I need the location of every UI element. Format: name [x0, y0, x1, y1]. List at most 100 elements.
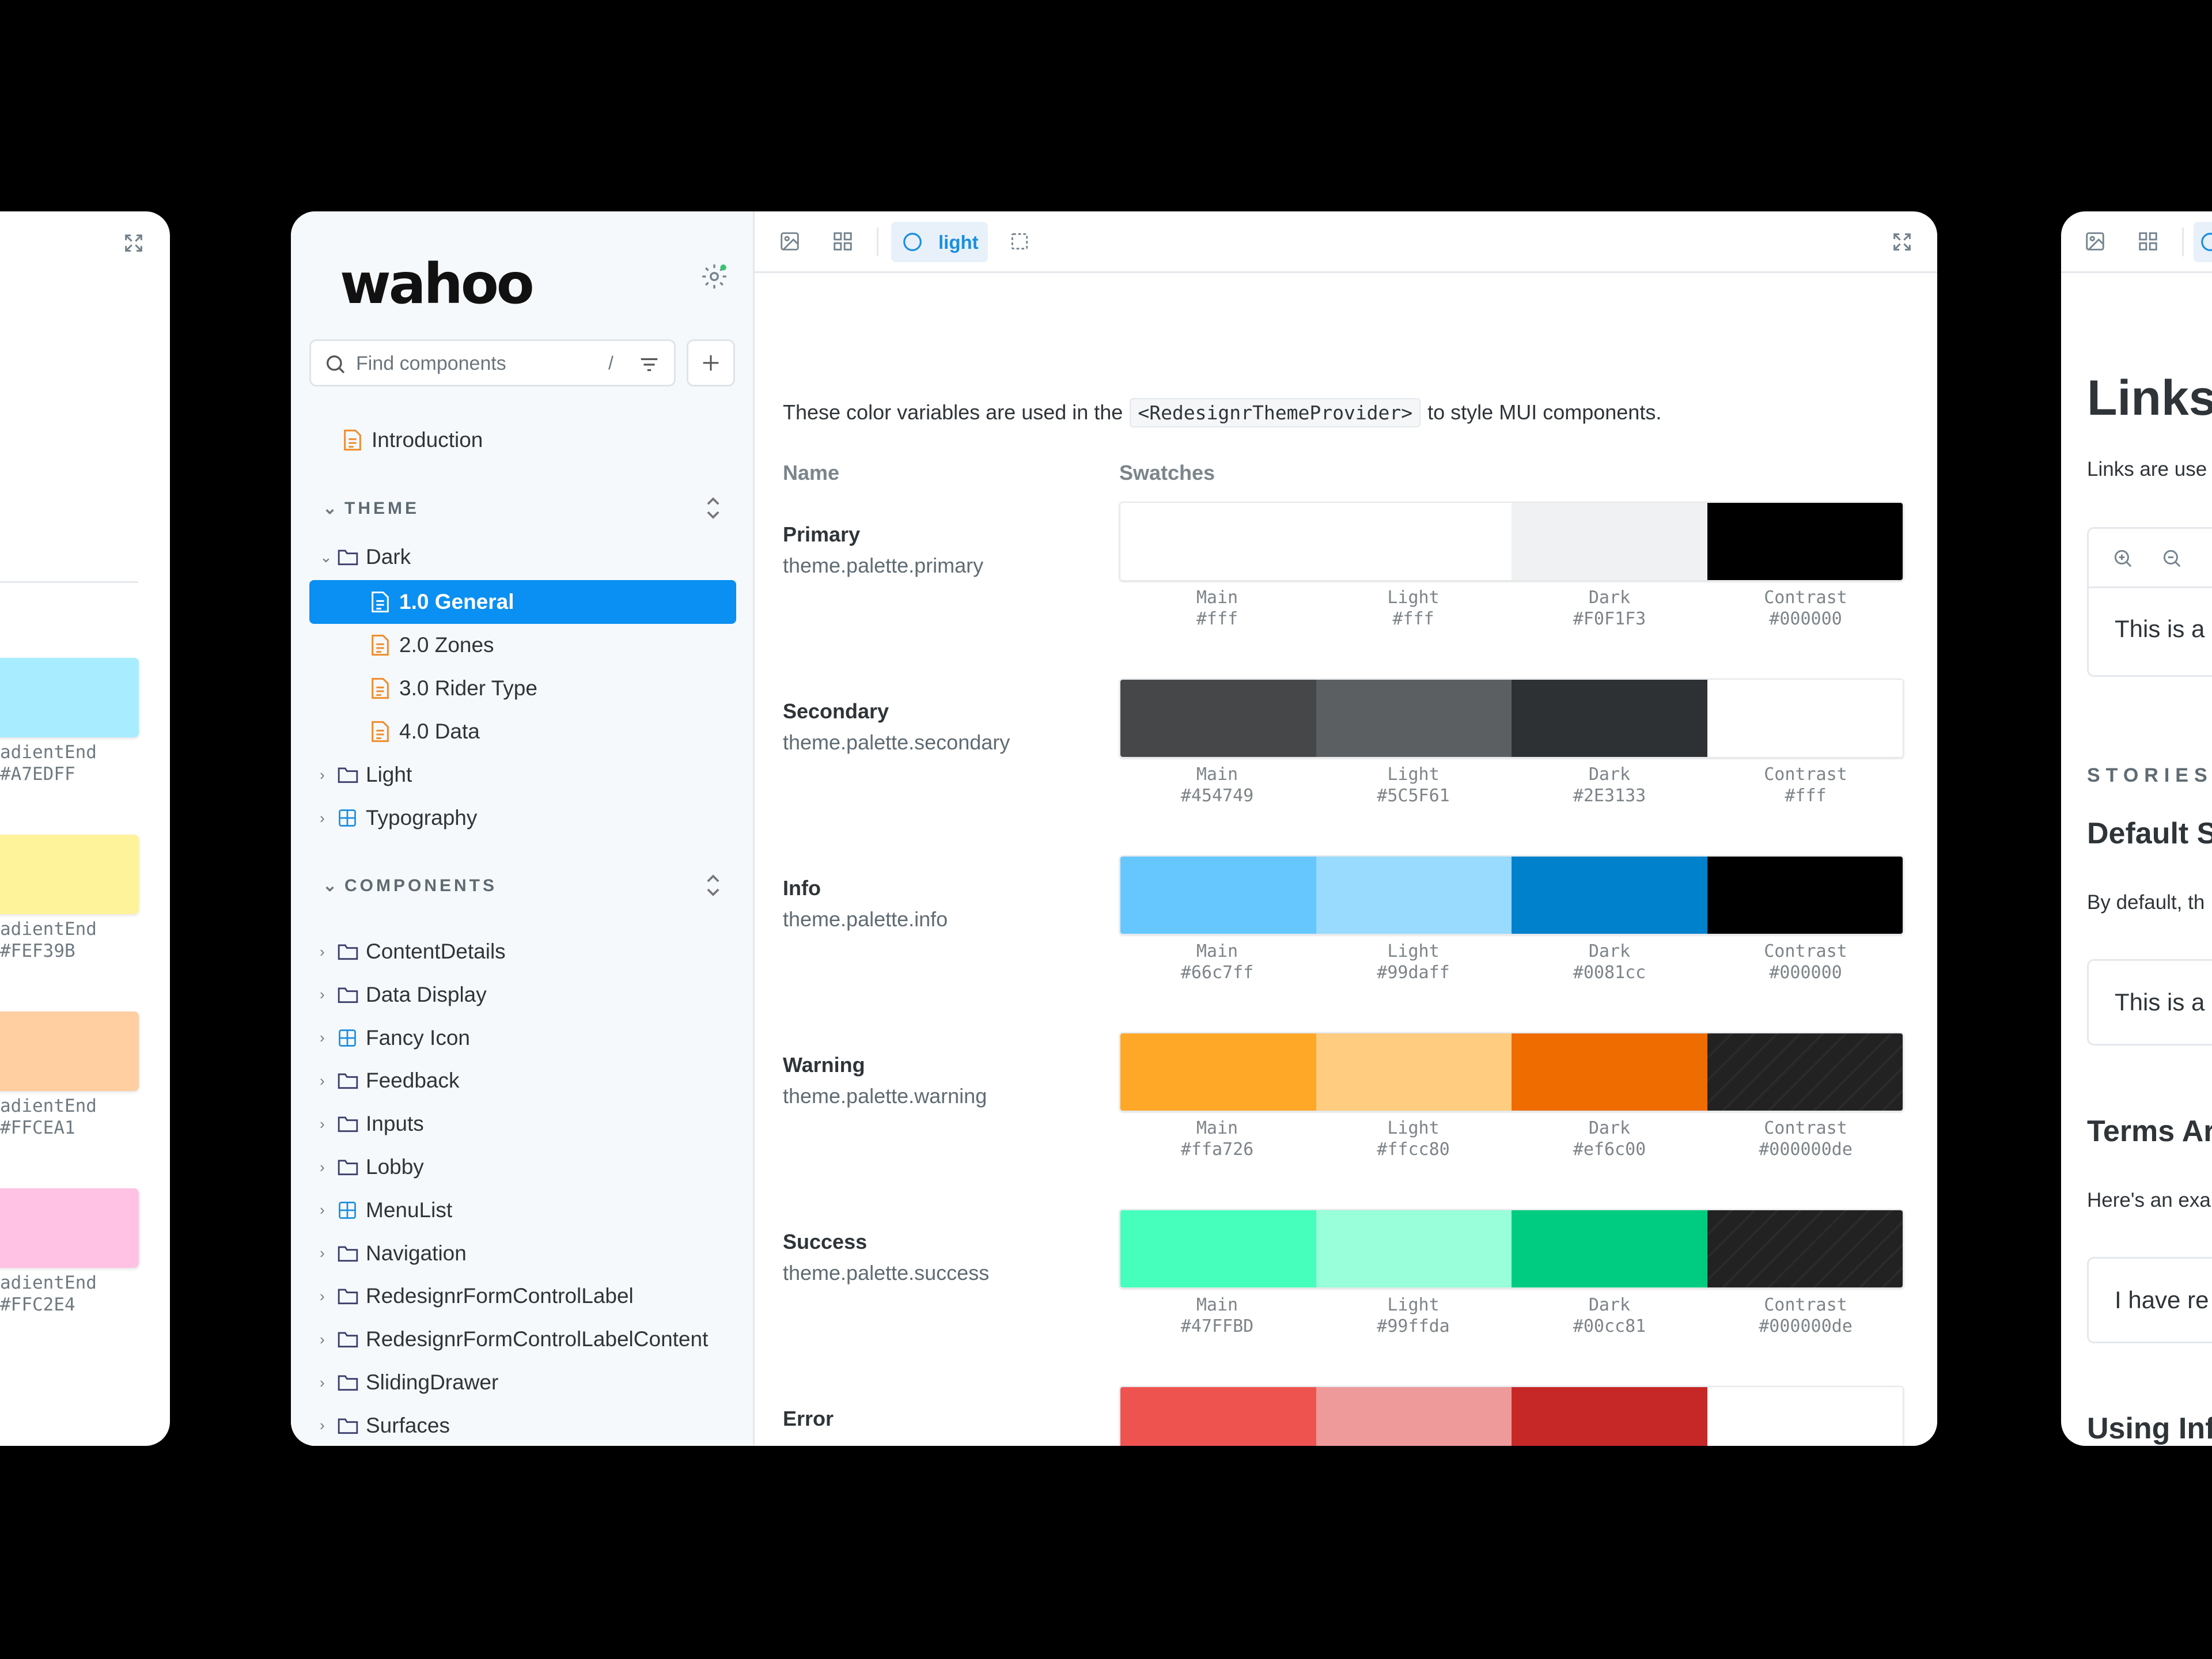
swatch-bar — [1119, 679, 1904, 758]
folder-icon — [337, 1416, 366, 1435]
image-icon[interactable] — [2084, 230, 2106, 252]
color-swatch — [1512, 1210, 1707, 1287]
expand-collapse-icon[interactable] — [704, 495, 722, 521]
chevron-right-icon: › — [320, 1373, 325, 1391]
palette-name: Error — [783, 1407, 834, 1430]
swatch-label: Light #99daff — [1377, 941, 1450, 983]
chevron-down-icon: ⌄ — [323, 499, 340, 518]
search-icon — [324, 353, 347, 378]
folder-icon — [337, 1373, 366, 1392]
sidebar-item-introduction[interactable]: Introduction — [343, 419, 483, 461]
chevron-right-icon: › — [320, 1158, 325, 1176]
preview-text: This is a — [2115, 615, 2205, 642]
gradient-swatch — [0, 1188, 139, 1268]
swatch-label: Contrast #000000de — [1759, 1118, 1853, 1160]
sidebar-item-2-0-zones[interactable]: 2.0 Zones — [370, 624, 494, 666]
chevron-right-icon: › — [320, 1071, 325, 1089]
sidebar-item-component[interactable]: › Lobby — [320, 1146, 424, 1188]
sidebar-item-dark[interactable]: ⌄ Dark — [320, 536, 411, 578]
expand-collapse-icon[interactable] — [704, 872, 722, 899]
zoom-in-icon[interactable] — [2112, 547, 2134, 569]
story-preview: This is a — [2087, 527, 2212, 677]
add-button[interactable] — [687, 339, 735, 387]
swatch-label: Contrast #000000 — [1764, 941, 1847, 983]
swatch-label: Light #fff — [1387, 588, 1440, 629]
sidebar-item-component[interactable]: › RedesignrFormControlLabel — [320, 1275, 634, 1317]
folder-icon — [337, 1114, 366, 1134]
toolbar-separator — [877, 228, 878, 256]
sidebar-item-component[interactable]: › Data Display — [320, 974, 487, 1016]
grid-icon[interactable] — [832, 230, 854, 252]
circle-icon — [903, 233, 922, 251]
color-swatch — [1120, 857, 1316, 934]
sidebar-item-4-0-data[interactable]: 4.0 Data — [370, 710, 480, 753]
sidebar-item-light[interactable]: › Light — [320, 753, 412, 796]
divider — [0, 581, 138, 583]
color-swatch — [1707, 857, 1903, 934]
chevron-right-icon: › — [320, 1287, 325, 1305]
folder-icon — [337, 1244, 366, 1263]
sidebar-item-component[interactable]: › MenuList — [320, 1189, 452, 1232]
color-swatch — [1316, 680, 1512, 757]
color-swatch — [1707, 503, 1903, 580]
left-story-card: adientEnd #A7EDFF adientEnd #FEF39B adient… — [0, 211, 170, 1446]
section-components[interactable]: ⌄ COMPONENTS — [323, 876, 497, 896]
sidebar-item-1-0-general[interactable]: 1.0 General — [370, 581, 514, 623]
chevron-right-icon: › — [320, 766, 325, 783]
swatch-label: Dark #00cc81 — [1573, 1295, 1646, 1336]
sidebar-item-component[interactable]: › Fancy Icon — [320, 1017, 470, 1059]
color-swatch — [1512, 857, 1707, 934]
color-swatch — [1120, 1387, 1316, 1446]
swatch-bar — [1119, 502, 1904, 581]
settings-icon[interactable] — [700, 262, 729, 291]
document-icon — [370, 590, 399, 613]
filter-icon[interactable] — [638, 354, 660, 378]
folder-icon — [337, 985, 366, 1005]
grid-icon[interactable] — [2137, 230, 2159, 252]
column-header-name: Name — [783, 461, 840, 484]
preview-toolbar — [2089, 529, 2212, 588]
sidebar-item-3-0-rider-type[interactable]: 3.0 Rider Type — [370, 667, 537, 710]
sidebar-item-component[interactable]: › ContentDetails — [320, 930, 506, 973]
story-description: By default, th — [2087, 891, 2205, 914]
theme-toggle-button[interactable]: light — [891, 222, 988, 262]
wahoo-logo: wahoo — [340, 252, 535, 316]
folder-icon — [337, 547, 366, 567]
sidebar: wahoo Find components / Introduction ⌄ TH… — [291, 211, 755, 1446]
sidebar-item-component[interactable]: › SlidingDrawer — [320, 1361, 498, 1404]
swatch-label: Light #5C5F61 — [1377, 764, 1450, 806]
palette-name: Info — [783, 876, 821, 900]
section-theme[interactable]: ⌄ THEME — [323, 498, 419, 518]
chevron-down-icon: ⌄ — [323, 876, 340, 895]
sidebar-item-component[interactable]: › Navigation — [320, 1232, 467, 1275]
search-input[interactable]: Find components / — [309, 339, 676, 387]
sidebar-item-component[interactable]: › RedesignrFormControlLabelContent — [320, 1318, 708, 1361]
outline-icon[interactable] — [1009, 230, 1031, 252]
sidebar-item-component[interactable]: › Feedback — [320, 1059, 460, 1102]
swatch-label: Dark #F0F1F3 — [1573, 588, 1646, 629]
theme-toggle-button[interactable] — [2194, 222, 2212, 262]
color-swatch — [1316, 1033, 1512, 1111]
fullscreen-icon[interactable] — [122, 232, 145, 255]
document-icon — [370, 720, 399, 743]
sidebar-item-component[interactable]: › Surfaces — [320, 1404, 450, 1446]
swatch-label: Contrast #000000de — [1759, 1295, 1853, 1336]
sidebar-item-typography[interactable]: › Typography — [320, 797, 477, 839]
inline-code: <RedesignrThemeProvider> — [1130, 398, 1421, 427]
color-swatch — [1707, 1033, 1903, 1111]
swatch-bar — [1119, 1032, 1904, 1112]
component-icon — [337, 1028, 366, 1048]
story-preview: This is a — [2087, 959, 2212, 1046]
fullscreen-icon[interactable] — [1891, 230, 1914, 253]
swatch-label: adientEnd #FEF39B — [0, 919, 97, 961]
gradient-swatch — [0, 658, 139, 737]
story-preview: I have re — [2087, 1257, 2212, 1343]
column-header-swatches: Swatches — [1119, 461, 1215, 484]
image-icon[interactable] — [779, 230, 801, 252]
zoom-out-icon[interactable] — [2161, 547, 2183, 569]
plus-icon — [703, 355, 719, 371]
sidebar-item-component[interactable]: › Inputs — [320, 1103, 424, 1145]
chevron-right-icon: › — [320, 809, 325, 827]
circle-icon — [2201, 233, 2212, 251]
story-heading: Terms Ar — [2087, 1115, 2212, 1148]
